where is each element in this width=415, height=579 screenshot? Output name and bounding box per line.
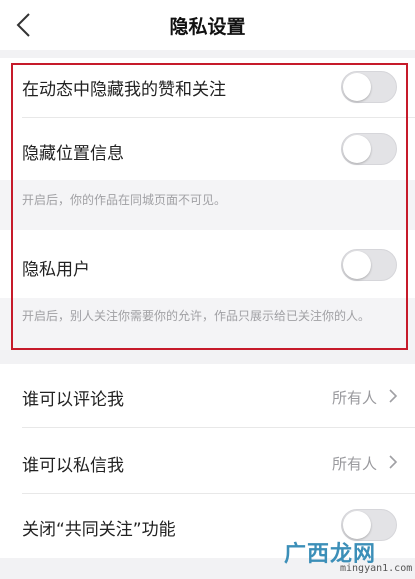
hide-location-toggle[interactable] (341, 133, 397, 165)
nav-bar: 隐私设置 (0, 0, 415, 50)
permission-label: 谁可以评论我 (22, 390, 124, 410)
permission-value: 所有人 (332, 389, 378, 407)
hint-block: 开启后，别人关注你需要你的允许，作品只展示给已关注你的人。 (0, 298, 415, 350)
page-title: 隐私设置 (169, 16, 246, 38)
toggle-knob (343, 251, 371, 279)
permission-label: 谁可以私信我 (22, 456, 124, 476)
setting-label: 在动态中隐藏我的赞和关注 (22, 80, 226, 100)
toggle-knob (343, 135, 371, 163)
chevron-right-icon (389, 455, 398, 469)
chevron-right-icon (389, 389, 398, 403)
toggle-knob (343, 73, 371, 101)
toggle-knob (343, 511, 371, 539)
setting-label: 隐藏位置信息 (22, 144, 124, 164)
setting-row-hide-location: 隐藏位置信息 (0, 118, 415, 180)
permission-value: 所有人 (332, 455, 378, 473)
private-user-hint: 开启后，别人关注你需要你的允许，作品只展示给已关注你的人。 (22, 309, 371, 323)
watermark-url: mingyan1.com (340, 563, 413, 574)
setting-label: 关闭“共同关注”功能 (22, 520, 176, 540)
hide-likes-toggle[interactable] (341, 71, 397, 103)
hide-location-hint: 开启后，你的作品在同城页面不可见。 (22, 193, 227, 207)
private-user-toggle[interactable] (341, 249, 397, 281)
setting-row-hide-likes: 在动态中隐藏我的赞和关注 (0, 58, 415, 118)
setting-label: 隐私用户 (22, 260, 90, 280)
hint-block: 开启后，你的作品在同城页面不可见。 (0, 180, 415, 230)
permission-row-comment[interactable]: 谁可以评论我 所有人 (0, 364, 415, 428)
setting-row-private-user: 隐私用户 (0, 230, 415, 298)
permission-row-message[interactable]: 谁可以私信我 所有人 (0, 428, 415, 494)
